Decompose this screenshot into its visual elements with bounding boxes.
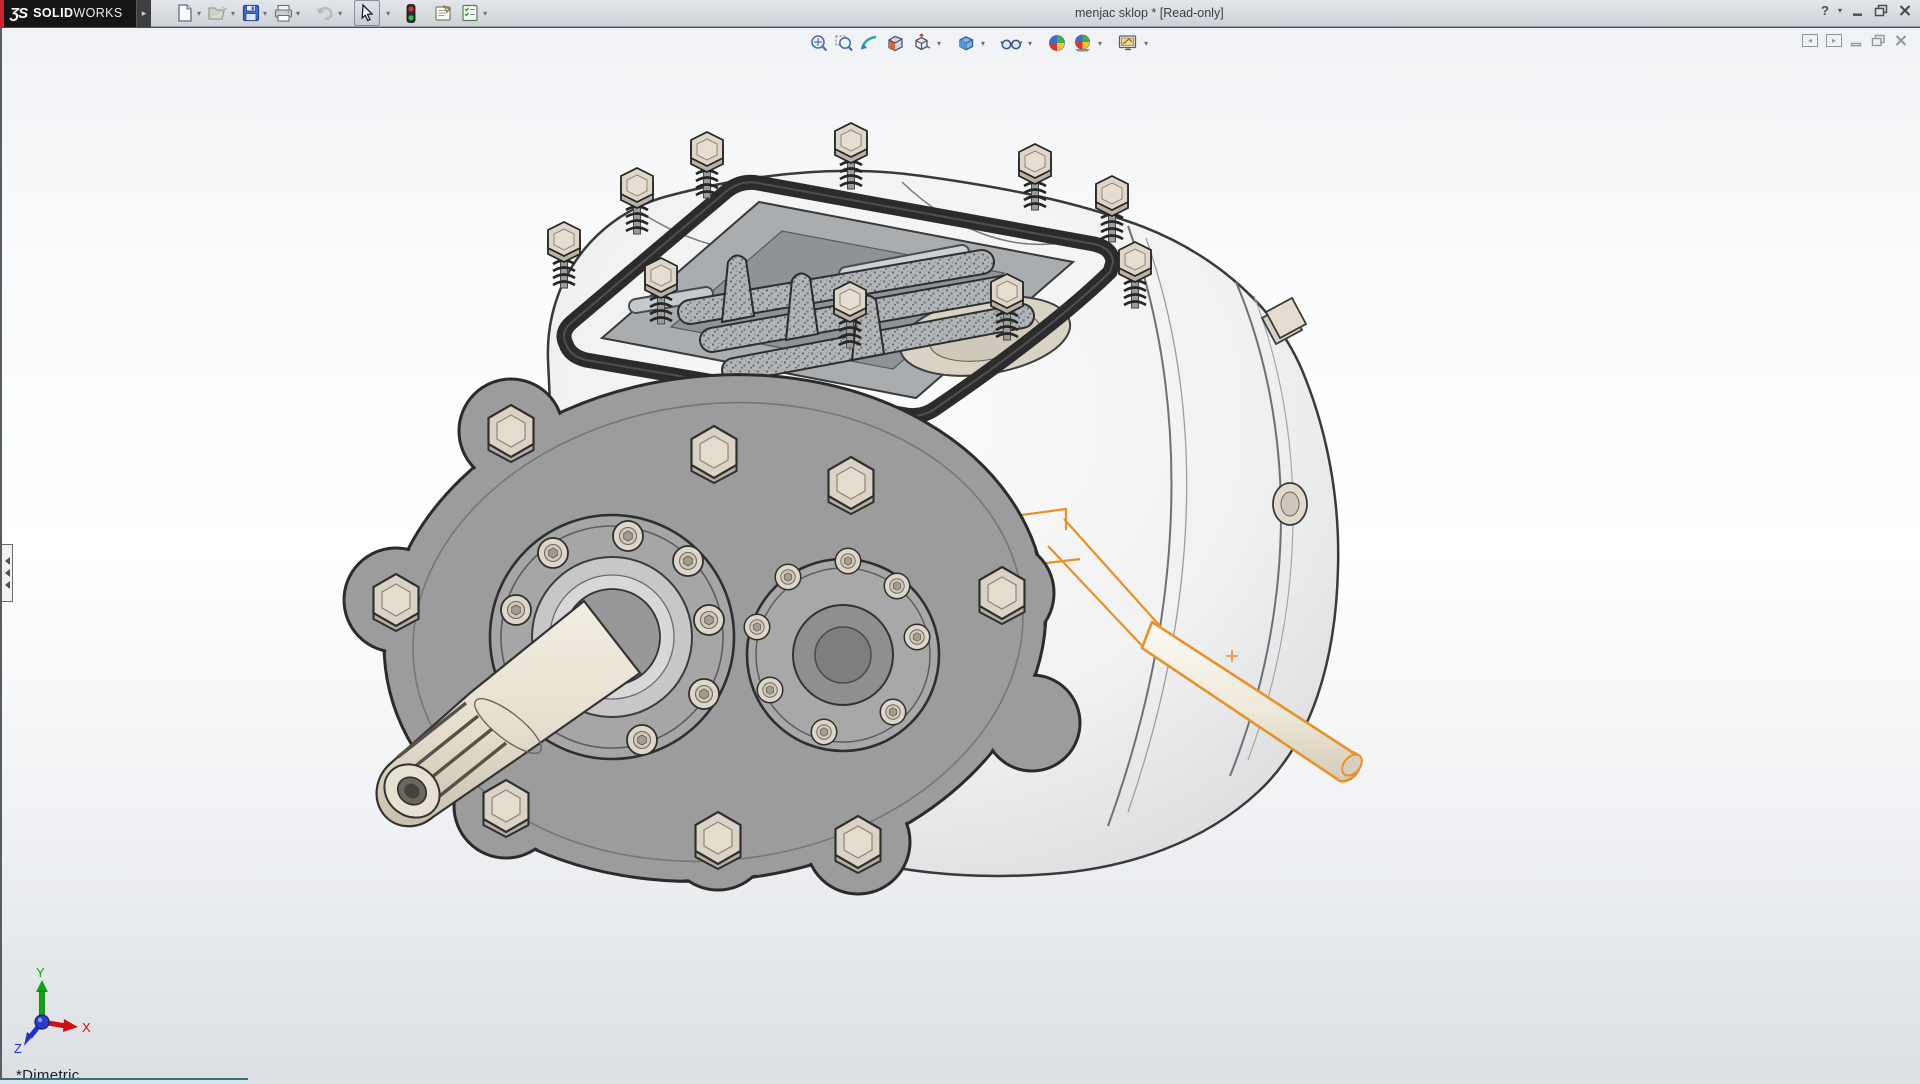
logo-red-stripe xyxy=(0,0,4,27)
file-properties-icon xyxy=(432,3,454,23)
view-settings-caret[interactable]: ▾ xyxy=(1144,39,1148,48)
restore-button[interactable] xyxy=(1874,4,1889,17)
3ds-logo-icon: ƷS xyxy=(10,5,27,22)
save-icon xyxy=(241,3,261,23)
previous-pane-icon[interactable]: ◂ xyxy=(1802,34,1818,47)
new-document-button[interactable]: ▾ xyxy=(173,1,203,25)
triad-y-label: Y xyxy=(36,965,45,980)
collapse-arrow-icon xyxy=(5,581,10,589)
triad-x-label: X xyxy=(82,1020,91,1035)
menu-expand-arrow[interactable]: ▸ xyxy=(136,0,151,27)
close-icon xyxy=(1898,4,1912,17)
close-icon xyxy=(1894,34,1908,47)
view-settings-button[interactable] xyxy=(1116,32,1140,54)
solidworks-logo[interactable]: ƷS SOLIDWORKS xyxy=(0,0,136,27)
dropdown-caret[interactable]: ▾ xyxy=(386,9,390,18)
gearbox-model[interactable]: Y X Z xyxy=(0,0,1920,1080)
select-dropdown[interactable]: ▾ xyxy=(382,7,392,20)
title-bar: ƷS SOLIDWORKS ▸ ▾ ▾ ▾ xyxy=(0,0,1920,27)
previous-view-icon xyxy=(859,33,880,53)
collapse-arrow-icon xyxy=(5,557,10,565)
collapse-arrow-icon xyxy=(5,569,10,577)
save-button[interactable]: ▾ xyxy=(239,1,269,25)
heads-up-view-toolbar: ▾ ▾ ▾ xyxy=(808,32,1148,54)
section-view-icon xyxy=(885,33,906,53)
zoom-to-fit-button[interactable] xyxy=(808,32,830,54)
logo-text: SOLIDWORKS xyxy=(33,6,122,20)
view-orientation-caret[interactable]: ▾ xyxy=(937,39,941,48)
graphics-area[interactable]: Y X Z xyxy=(0,27,1920,1080)
dropdown-caret[interactable]: ▾ xyxy=(296,9,300,18)
minimize-button[interactable] xyxy=(1851,5,1865,17)
view-orientation-button[interactable] xyxy=(910,32,933,54)
open-button[interactable]: ▾ xyxy=(205,1,237,25)
rebuild-traffic-light-icon xyxy=(404,3,418,24)
view-orientation-icon xyxy=(911,33,932,53)
select-cursor-icon xyxy=(357,3,377,23)
options-button[interactable]: ▾ xyxy=(458,1,489,25)
display-style-button[interactable] xyxy=(955,32,977,54)
zoom-to-area-icon xyxy=(834,33,854,53)
restore-icon xyxy=(1871,34,1886,47)
edit-appearance-icon xyxy=(1047,33,1067,53)
window-title: menjac sklop * [Read-only] xyxy=(1075,6,1224,20)
document-restore-button[interactable] xyxy=(1871,34,1886,47)
print-icon xyxy=(273,3,294,23)
hide-show-items-caret[interactable]: ▾ xyxy=(1028,39,1032,48)
select-button[interactable] xyxy=(354,0,380,26)
help-caret[interactable]: ▾ xyxy=(1838,6,1842,15)
display-style-caret[interactable]: ▾ xyxy=(981,39,985,48)
edit-appearance-button[interactable] xyxy=(1046,32,1068,54)
dropdown-caret[interactable]: ▾ xyxy=(263,9,267,18)
previous-view-button[interactable] xyxy=(858,32,881,54)
minimize-icon xyxy=(1850,35,1863,47)
document-window-controls: ◂ ▸ xyxy=(1802,34,1908,47)
hide-show-items-icon xyxy=(1000,33,1023,53)
help-button[interactable]: ? xyxy=(1821,3,1829,18)
triad-z-label: Z xyxy=(14,1041,22,1056)
dropdown-caret[interactable]: ▾ xyxy=(483,9,487,18)
dropdown-caret[interactable]: ▾ xyxy=(197,9,201,18)
dropdown-caret[interactable]: ▾ xyxy=(338,9,342,18)
display-style-icon xyxy=(956,33,976,53)
undo-button[interactable]: ▾ xyxy=(312,1,344,25)
apply-scene-icon xyxy=(1072,33,1093,53)
minimize-icon xyxy=(1851,5,1865,17)
zoom-to-area-button[interactable] xyxy=(833,32,855,54)
options-icon xyxy=(460,3,481,23)
orientation-triad: Y X Z xyxy=(14,965,91,1056)
document-close-button[interactable] xyxy=(1894,34,1908,47)
standard-toolbar: ▾ ▾ ▾ ▾ xyxy=(173,0,489,26)
hide-show-items-button[interactable] xyxy=(999,32,1024,54)
zoom-to-fit-icon xyxy=(809,33,829,53)
view-orientation-label: *Dimetric xyxy=(16,1067,80,1084)
print-button[interactable]: ▾ xyxy=(271,1,302,25)
window-controls: ? ▾ xyxy=(1821,3,1912,18)
new-document-icon xyxy=(175,3,195,23)
rebuild-button[interactable] xyxy=(402,1,420,26)
feature-manager-collapse-tab[interactable] xyxy=(2,544,13,602)
section-view-button[interactable] xyxy=(884,32,907,54)
open-icon xyxy=(207,3,229,23)
apply-scene-button[interactable] xyxy=(1071,32,1094,54)
document-minimize-button[interactable] xyxy=(1850,35,1863,47)
restore-icon xyxy=(1874,4,1889,17)
apply-scene-caret[interactable]: ▾ xyxy=(1098,39,1102,48)
view-settings-icon xyxy=(1117,33,1139,53)
dropdown-caret[interactable]: ▾ xyxy=(231,9,235,18)
next-pane-icon[interactable]: ▸ xyxy=(1826,34,1842,47)
file-properties-button[interactable] xyxy=(430,1,456,25)
undo-icon xyxy=(314,3,336,23)
close-button[interactable] xyxy=(1898,4,1912,17)
